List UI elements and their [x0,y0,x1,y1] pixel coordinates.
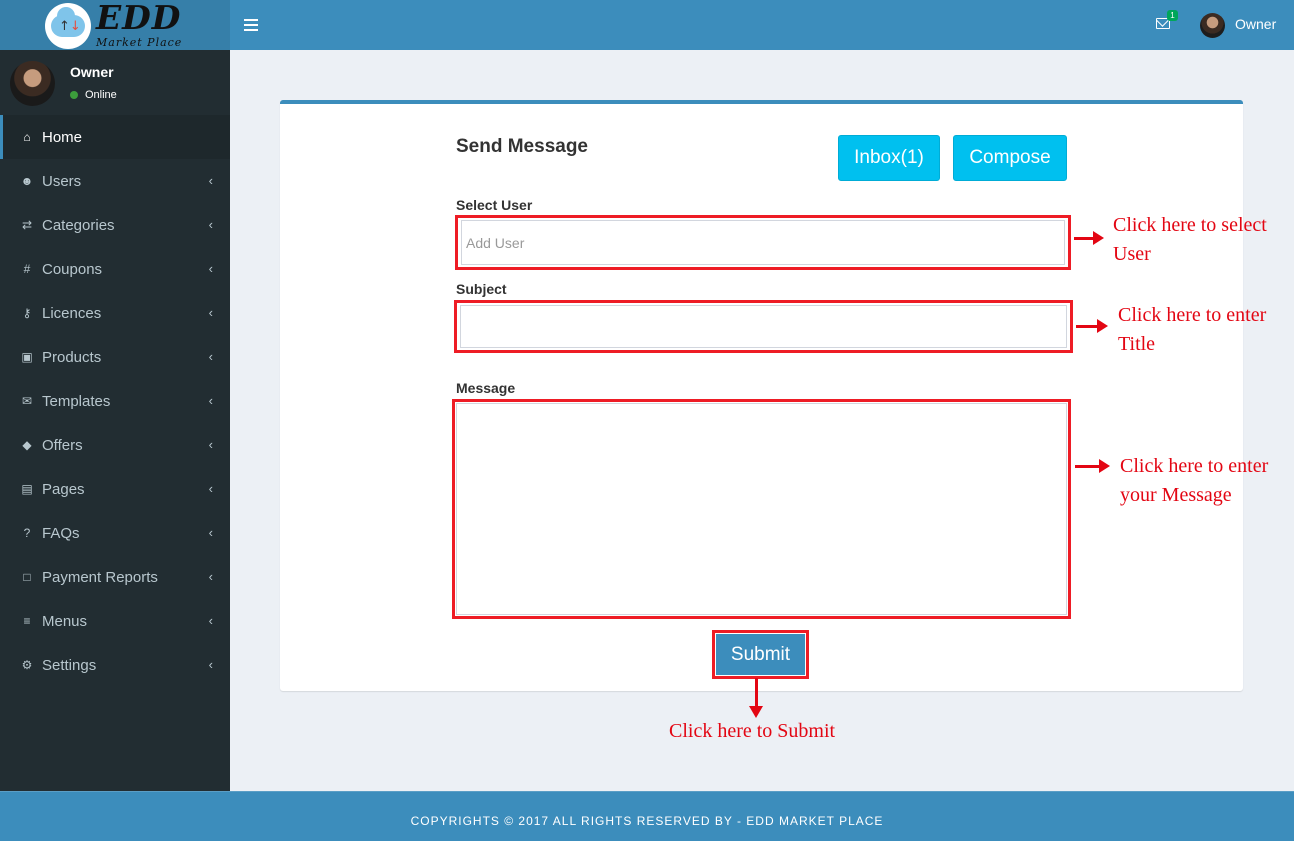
chevron-left-icon: ‹ [208,613,213,628]
sidebar-item-label: Menus [42,612,88,630]
chevron-left-icon: ‹ [208,437,213,452]
user-status: Online [70,89,117,101]
message-textarea[interactable] [456,403,1067,615]
subject-label: Subject [456,281,507,297]
sidebar-item-offers[interactable]: ◆ Offers ‹ [0,423,230,467]
select-user-label: Select User [456,197,533,213]
select-user-highlight: Add User [455,215,1071,270]
avatar [10,61,55,106]
mail-badge: 1 [1167,10,1178,21]
subject-highlight [454,300,1073,353]
chevron-left-icon: ‹ [208,569,213,584]
sidebar-item-label: Coupons [42,260,103,278]
sidebar-item-label: Pages [42,480,85,498]
brand-tagline: Market Place [96,36,183,49]
annotation-line: Title [1118,333,1156,355]
annotation-line: Click here to select [1113,214,1267,236]
user-panel-name: Owner [70,64,114,80]
sidebar-item-label: FAQs [42,524,80,542]
annotation-line: your Message [1120,484,1232,506]
gear-icon: ⚙ [21,658,33,672]
chevron-left-icon: ‹ [208,217,213,232]
sidebar-item-label: Licences [42,304,102,322]
sidebar-item-label: Payment Reports [42,568,158,586]
chevron-left-icon: ‹ [208,173,213,188]
brand-name: EDD [96,0,182,37]
sidebar-item-label: Home [42,128,83,146]
user-panel: Owner Online [0,50,230,115]
sidebar-item-label: Users [42,172,82,190]
annotation-line: User [1113,243,1151,265]
arrow-right-icon [1075,459,1110,473]
comment-icon: ✉ [21,394,33,408]
footer-copyright: COPYRIGHTS © 2017 ALL RIGHTS RESERVED BY… [410,813,884,828]
bars-icon: ≡ [23,614,31,628]
cloud-logo-icon: ↑↓ [45,3,91,49]
sidebar-item-label: Offers [42,436,83,454]
sidebar-item-pages[interactable]: ▤ Pages ‹ [0,467,230,511]
sidebar-item-settings[interactable]: ⚙ Settings ‹ [0,643,230,687]
sidebar-item-faqs[interactable]: ? FAQs ‹ [0,511,230,555]
tags-icon: ◆ [22,438,32,452]
sidebar-item-label: Categories [42,216,115,234]
sidebar-item-home[interactable]: ⌂ Home [0,115,230,159]
chevron-left-icon: ‹ [208,481,213,496]
sidebar-toggle-icon[interactable] [244,17,258,33]
sidebar-item-menus[interactable]: ≡ Menus ‹ [0,599,230,643]
compose-button[interactable]: Compose [953,135,1067,181]
sidebar-item-coupons[interactable]: # Coupons ‹ [0,247,230,291]
header-avatar[interactable] [1200,13,1225,38]
question-icon: ? [23,526,31,540]
chevron-left-icon: ‹ [208,525,213,540]
subject-input[interactable] [460,305,1067,348]
chevron-left-icon: ‹ [208,657,213,672]
header-user-name[interactable]: Owner [1235,16,1276,32]
send-message-box: Send Message Inbox(1) Compose Select Use… [280,100,1243,691]
select-user-input[interactable]: Add User [461,220,1065,265]
arrow-down-icon [749,678,763,718]
home-icon: ⌂ [23,130,31,144]
key-icon: ⚷ [22,306,32,320]
chevron-left-icon: ‹ [208,261,213,276]
sidebar-item-label: Products [42,348,102,366]
shopping-bag-icon: ▣ [21,350,33,364]
annotation-select-user: Click here to select User [1113,211,1267,269]
sidebar-item-label: Settings [42,656,97,674]
footer: COPYRIGHTS © 2017 ALL RIGHTS RESERVED BY… [0,791,1294,841]
page-title: Send Message [456,136,588,157]
online-dot-icon [70,91,78,99]
sidebar-item-categories[interactable]: ⇄ Categories ‹ [0,203,230,247]
hashtag-icon: # [23,262,31,276]
chevron-left-icon: ‹ [208,393,213,408]
annotation-subject: Click here to enter Title [1118,301,1266,359]
chevron-left-icon: ‹ [208,349,213,364]
annotation-line: Click here to enter [1120,455,1269,477]
message-highlight [452,399,1071,619]
sidebar-item-users[interactable]: ☻ Users ‹ [0,159,230,203]
annotation-message: Click here to enter your Message [1120,452,1268,510]
sidebar-menu: ⌂ Home ☻ Users ‹ ⇄ Categories ‹ # Coupons ‹ ⚷ Licenc… [0,115,230,687]
submit-highlight: Submit [712,630,809,679]
annotation-line: Click here to enter [1118,304,1267,326]
user-status-label: Online [85,89,117,101]
sidebar-item-payment-reports[interactable]: □ Payment Reports ‹ [0,555,230,599]
sidebar-item-products[interactable]: ▣ Products ‹ [0,335,230,379]
file-o-icon: □ [23,570,31,584]
arrow-right-icon [1076,319,1108,333]
brand-logo[interactable]: ↑↓ EDD Market Place [0,0,230,50]
sidebar-item-licences[interactable]: ⚷ Licences ‹ [0,291,230,335]
submit-button[interactable]: Submit [716,634,805,675]
message-label: Message [456,380,516,396]
random-icon: ⇄ [21,218,33,232]
sidebar-item-templates[interactable]: ✉ Templates ‹ [0,379,230,423]
sidebar: Owner Online ⌂ Home ☻ Users ‹ ⇄ Categories ‹ # Co… [0,50,230,791]
top-navbar: 1 Owner [230,0,1294,50]
chevron-left-icon: ‹ [208,305,213,320]
sidebar-item-label: Templates [42,392,111,410]
inbox-button[interactable]: Inbox(1) [838,135,940,181]
annotation-submit: Click here to Submit [669,720,836,742]
arrow-right-icon [1074,231,1104,245]
users-icon: ☻ [20,174,34,188]
file-icon: ▤ [21,482,33,496]
